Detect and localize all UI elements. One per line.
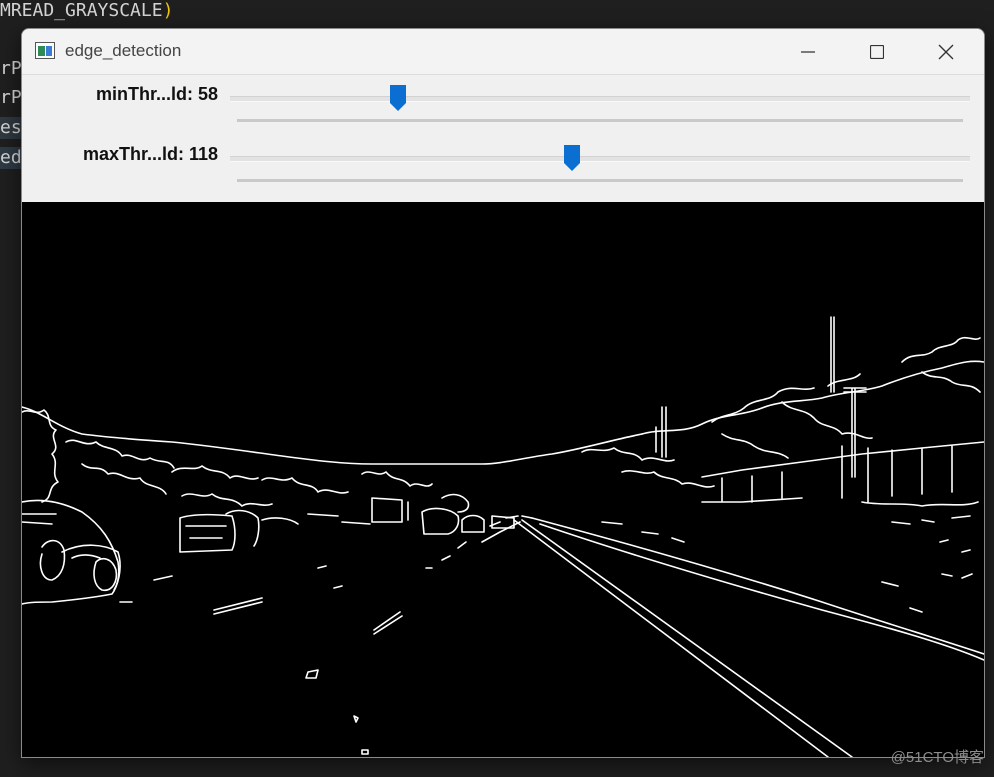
app-icon [35, 42, 55, 59]
watermark: @51CTO博客 [890, 749, 984, 766]
canny-edge-image [22, 316, 984, 757]
minimize-button[interactable] [774, 29, 842, 74]
close-icon [938, 44, 954, 59]
tick-bar [237, 179, 963, 182]
slider-thumb[interactable] [390, 85, 407, 111]
code-line: rP [0, 58, 22, 79]
code-line: ed [0, 147, 22, 169]
edge-detection-window: edge_detection minThr...ld: 58 maxThr...… [21, 28, 985, 758]
trackbar-panel: minThr...ld: 58 maxThr...ld: 118 [22, 74, 984, 203]
code-line: rP [0, 87, 22, 108]
edge-image-canvas [22, 202, 984, 757]
slider-track[interactable] [230, 96, 970, 102]
code-line: es [0, 117, 22, 139]
slider-track[interactable] [230, 156, 970, 162]
maximize-button[interactable] [843, 29, 911, 74]
maximize-icon [870, 44, 884, 59]
tick-bar [237, 119, 963, 122]
trackbar-max-threshold: maxThr...ld: 118 [22, 139, 984, 199]
trackbar-min-threshold: minThr...ld: 58 [22, 79, 984, 139]
window-title: edge_detection [65, 41, 182, 60]
title-bar[interactable]: edge_detection [22, 29, 984, 74]
close-button[interactable] [912, 29, 980, 74]
minimize-icon [801, 50, 815, 53]
trackbar-label: maxThr...ld: 118 [82, 144, 218, 164]
trackbar-label: minThr...ld: 58 [95, 84, 218, 104]
slider-thumb[interactable] [564, 145, 581, 171]
code-line: MREAD_GRAYSCALE) [0, 0, 174, 21]
